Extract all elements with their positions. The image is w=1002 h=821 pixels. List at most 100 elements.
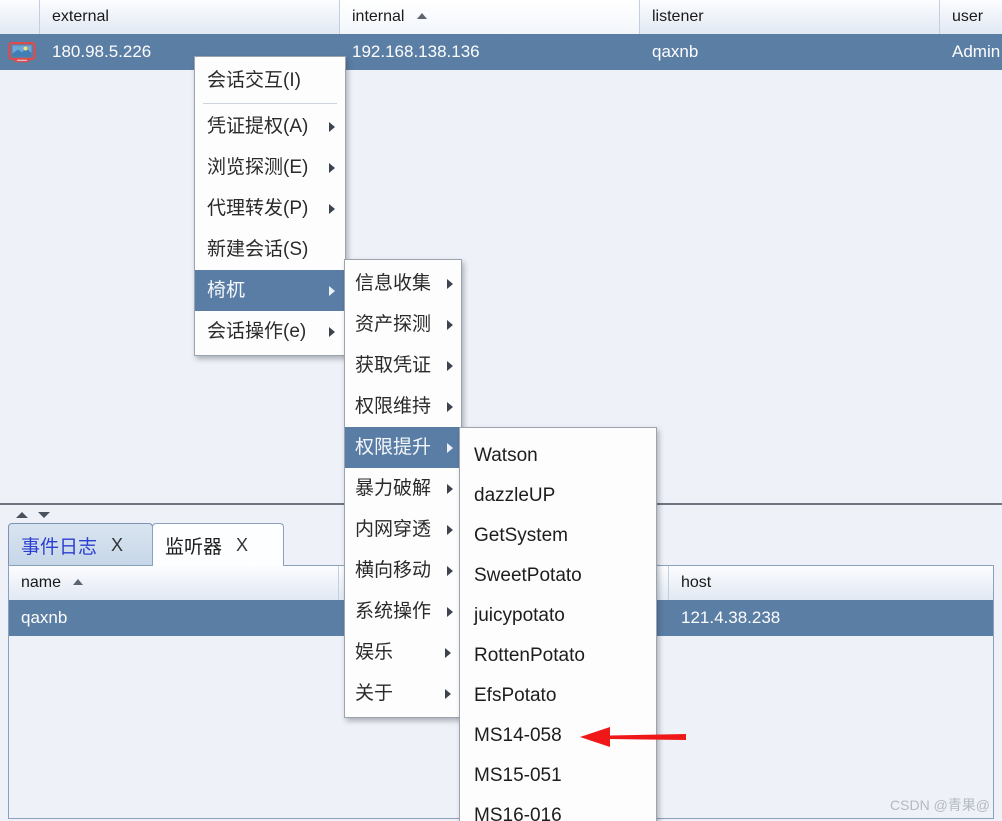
tab-event-log[interactable]: 事件日志 X [8, 523, 153, 566]
menu-item-label: dazzleUP [474, 485, 556, 506]
triangle-down-icon[interactable] [38, 512, 50, 518]
menu-item-privilege-escalation[interactable]: 权限提升 [345, 427, 461, 468]
chevron-right-icon [447, 278, 454, 289]
column-header-name[interactable]: name [9, 566, 339, 600]
menu-item-rottenpotato[interactable]: RottenPotato [460, 636, 656, 676]
chevron-right-icon [329, 326, 335, 337]
menu-item-browse-explore[interactable]: 浏览探测(E) [195, 147, 345, 188]
menu-item-label: 凭证提权(A) [207, 116, 309, 137]
sessions-table-header: external internal listener user [0, 0, 1002, 35]
menu-item-label: EfsPotato [474, 685, 557, 706]
cell-user: Admin [952, 42, 1001, 61]
cell-listener-host: 121.4.38.238 [681, 608, 781, 627]
cell-listener: qaxnb [652, 42, 699, 61]
menu-item-dazzleup[interactable]: dazzleUP [460, 476, 656, 516]
tab-listeners-label: 监听器 [165, 536, 223, 558]
chevron-right-icon [447, 565, 454, 576]
menu-item-ms15-051[interactable]: MS15-051 [460, 756, 656, 796]
chevron-right-icon [329, 285, 335, 296]
tab-event-log-label: 事件日志 [21, 536, 98, 558]
menu-item-persistence[interactable]: 权限维持 [345, 386, 461, 427]
menu-item-label: 信息收集 [355, 273, 432, 294]
menu-item-sweetpotato[interactable]: SweetPotato [460, 556, 656, 596]
chevron-right-icon [447, 319, 454, 330]
chevron-right-icon [447, 524, 454, 535]
tab-listeners[interactable]: 监听器 X [152, 523, 284, 566]
column-header-external-label: external [52, 8, 109, 25]
menu-item-info-gathering[interactable]: 信息收集 [345, 263, 461, 304]
column-header-name-label: name [21, 574, 62, 591]
menu-item-label: RottenPotato [474, 645, 585, 666]
menu-item-lateral-movement[interactable]: 横向移动 [345, 550, 461, 591]
table-row[interactable]: 180.98.5.226 192.168.138.136 qaxnb Admin [0, 34, 1002, 70]
menu-item-label: 关于 [355, 683, 394, 704]
menu-item-label: 代理转发(P) [207, 198, 309, 219]
chevron-right-icon [447, 606, 454, 617]
privilege-escalation-submenu: Watson dazzleUP GetSystem SweetPotato ju… [459, 427, 657, 821]
menu-item-ms16-016[interactable]: MS16-016 [460, 796, 656, 821]
column-header-icon[interactable] [0, 0, 40, 34]
chevron-right-icon [447, 483, 454, 494]
menu-item-label: 椅杌 [207, 280, 246, 301]
menu-item-system-operations[interactable]: 系统操作 [345, 591, 461, 632]
column-header-listener-label: listener [652, 8, 704, 25]
menu-item-label: MS16-016 [474, 805, 562, 821]
menu-item-label: 系统操作 [355, 601, 432, 622]
chevron-right-icon [445, 688, 451, 699]
triangle-up-icon[interactable] [16, 512, 28, 518]
column-header-host[interactable]: host [669, 566, 993, 600]
chevron-right-icon [329, 162, 335, 173]
chevron-right-icon [329, 203, 335, 214]
menu-item-get-credentials[interactable]: 获取凭证 [345, 345, 461, 386]
menu-item-credential-privesc[interactable]: 凭证提权(A) [195, 106, 345, 147]
close-icon[interactable]: X [236, 535, 248, 556]
annotation-arrow-icon [580, 727, 686, 747]
menu-item-label: 暴力破解 [355, 478, 432, 499]
cobaltstrike-window: external internal listener user 180.98.5… [0, 0, 1002, 821]
column-header-internal[interactable]: internal [340, 0, 640, 34]
chevron-right-icon [445, 647, 451, 658]
menu-item-label: 横向移动 [355, 560, 432, 581]
cell-internal: 192.168.138.136 [352, 42, 480, 61]
menu-item-asset-discovery[interactable]: 资产探测 [345, 304, 461, 345]
menu-item-label: juicypotato [474, 605, 565, 626]
column-header-listener[interactable]: listener [640, 0, 940, 34]
menu-item-label: MS15-051 [474, 765, 562, 786]
column-header-host-label: host [681, 574, 712, 591]
menu-item-efspotato[interactable]: EfsPotato [460, 676, 656, 716]
menu-item-label: Watson [474, 445, 538, 466]
chevron-right-icon [447, 401, 454, 412]
menu-item-watson[interactable]: Watson [460, 436, 656, 476]
menu-item-label: 权限提升 [355, 437, 432, 458]
menu-item-label: SweetPotato [474, 565, 582, 586]
menu-item-label: GetSystem [474, 525, 568, 546]
chevron-right-icon [329, 121, 335, 132]
menu-item-toolkit[interactable]: 椅杌 [195, 270, 345, 311]
menu-item-session-operations[interactable]: 会话操作(e) [195, 311, 345, 352]
menu-item-proxy-pivot[interactable]: 代理转发(P) [195, 188, 345, 229]
menu-item-label: 会话操作(e) [207, 321, 307, 342]
menu-item-label: 资产探测 [355, 314, 432, 335]
watermark: CSDN @青果@ [890, 797, 990, 813]
menu-item-label: 获取凭证 [355, 355, 432, 376]
menu-item-label: 内网穿透 [355, 519, 432, 540]
menu-item-entertainment[interactable]: 娱乐 [345, 632, 461, 673]
sort-ascending-icon [73, 578, 84, 585]
menu-item-label: 权限维持 [355, 396, 432, 417]
menu-item-spawn-session[interactable]: 新建会话(S) [195, 229, 345, 270]
menu-item-juicypotato[interactable]: juicypotato [460, 596, 656, 636]
menu-item-brute-force[interactable]: 暴力破解 [345, 468, 461, 509]
menu-item-about[interactable]: 关于 [345, 673, 461, 714]
column-header-internal-label: internal [352, 8, 405, 25]
menu-item-session-interact[interactable]: 会话交互(I) [195, 60, 345, 101]
menu-item-intranet-tunneling[interactable]: 内网穿透 [345, 509, 461, 550]
cell-listener-name: qaxnb [21, 608, 68, 627]
column-header-external[interactable]: external [40, 0, 340, 34]
menu-item-getsystem[interactable]: GetSystem [460, 516, 656, 556]
menu-item-label: 娱乐 [355, 642, 394, 663]
session-context-menu: 会话交互(I) 凭证提权(A) 浏览探测(E) 代理转发(P) 新建会话(S) … [194, 56, 346, 356]
close-icon[interactable]: X [111, 535, 123, 556]
menu-item-label: 新建会话(S) [207, 239, 309, 260]
column-header-user-label: user [952, 8, 984, 25]
column-header-user[interactable]: user [940, 0, 1002, 34]
